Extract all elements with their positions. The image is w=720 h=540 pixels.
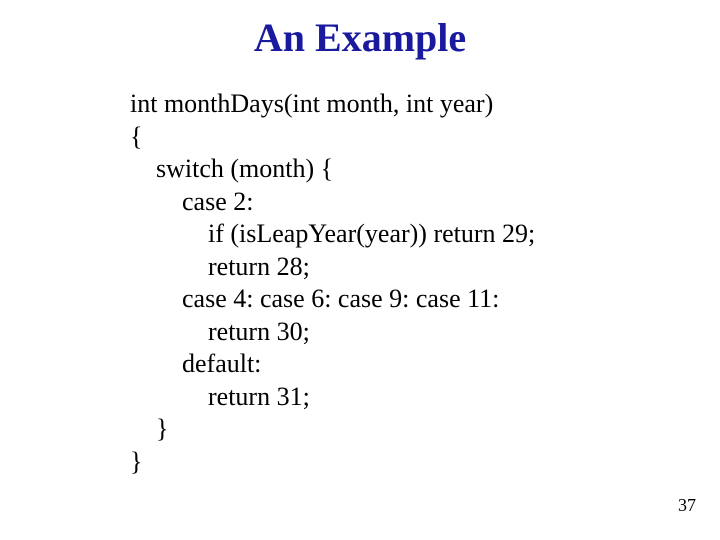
slide-title: An Example — [0, 0, 720, 61]
code-line: default: — [130, 349, 261, 378]
code-line: case 4: case 6: case 9: case 11: — [130, 284, 499, 313]
page-number: 37 — [678, 495, 696, 516]
code-line: case 2: — [130, 187, 253, 216]
code-line: } — [130, 447, 142, 476]
code-line: return 30; — [130, 317, 310, 346]
code-line: } — [130, 414, 168, 443]
code-line: int monthDays(int month, int year) — [130, 89, 493, 118]
code-line: switch (month) { — [130, 154, 333, 183]
code-line: return 28; — [130, 252, 310, 281]
code-line: if (isLeapYear(year)) return 29; — [130, 219, 535, 248]
slide: An Example int monthDays(int month, int … — [0, 0, 720, 540]
code-line: { — [130, 122, 142, 151]
code-listing: int monthDays(int month, int year) { swi… — [130, 88, 535, 478]
code-line: return 31; — [130, 382, 310, 411]
